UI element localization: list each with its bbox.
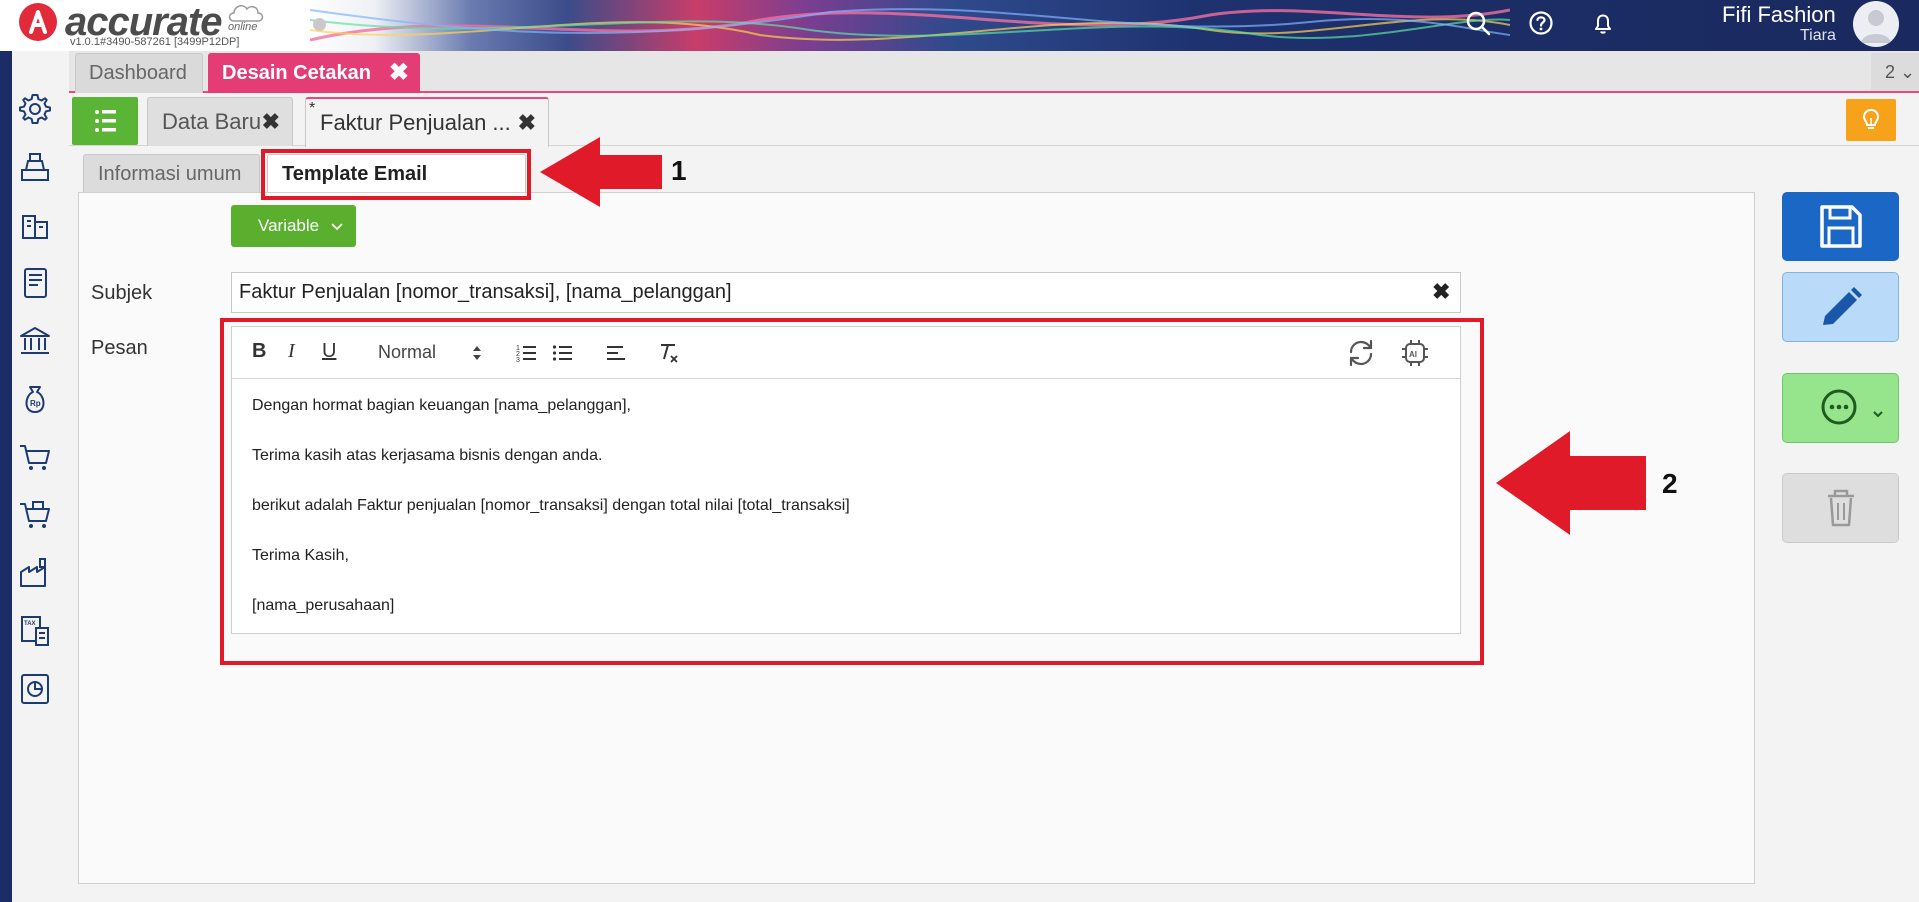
close-icon[interactable]: ✖ xyxy=(389,54,409,92)
delete-button[interactable] xyxy=(1782,473,1899,543)
sales-cart-icon[interactable] xyxy=(18,440,52,474)
cash-register-icon[interactable] xyxy=(18,150,52,184)
tab-desain-cetakan-label: Desain Cetakan xyxy=(222,62,371,84)
more-actions-button[interactable] xyxy=(1782,373,1899,443)
tab-faktur-penjualan-label: Faktur Penjualan ... xyxy=(320,110,511,135)
annotation-arrow-left-icon xyxy=(1496,431,1646,535)
notification-bell-icon[interactable] xyxy=(1590,10,1616,36)
chevron-down-icon xyxy=(331,223,343,231)
close-icon[interactable]: ✖ xyxy=(262,98,280,146)
header-wave-decoration xyxy=(310,8,1510,42)
tab-informasi-umum-label: Informasi umum xyxy=(98,163,242,185)
more-options-icon xyxy=(1821,389,1883,425)
pencil-icon xyxy=(1823,287,1862,325)
tab-data-baru[interactable]: Data Baru ✖ xyxy=(147,97,293,146)
tax-document-icon[interactable]: TAX xyxy=(18,614,52,648)
open-tabs-counter[interactable]: 2 ⌄ xyxy=(1871,53,1919,91)
tab-dashboard[interactable]: Dashboard xyxy=(75,53,203,93)
svg-text:TAX: TAX xyxy=(24,621,36,627)
report-chart-icon[interactable] xyxy=(18,672,52,706)
subject-label: Subjek xyxy=(91,282,153,304)
user-name[interactable]: Tiara xyxy=(1800,27,1836,45)
subject-field[interactable]: Faktur Penjualan [nomor_transaksi], [nam… xyxy=(231,272,1461,313)
svg-text:Rp: Rp xyxy=(30,399,41,408)
module-tab-bar: Dashboard Desain Cetakan ✖ xyxy=(69,51,1919,93)
variable-button-label: Variable xyxy=(258,216,320,235)
accurate-logo-icon xyxy=(19,3,57,41)
trash-icon xyxy=(1828,489,1854,527)
tab-faktur-penjualan[interactable]: * Faktur Penjualan ... ✖ xyxy=(305,97,549,147)
app-header: accurate online v1.0.1#3490-587261 [3499… xyxy=(0,0,1919,51)
lightbulb-icon xyxy=(1862,108,1880,129)
settings-gear-icon[interactable] xyxy=(18,92,52,126)
message-label: Pesan xyxy=(91,337,148,359)
ledger-book-icon[interactable] xyxy=(18,266,52,300)
clear-icon[interactable]: ✖ xyxy=(1432,279,1450,305)
annotation-highlight-box-2 xyxy=(220,318,1484,665)
avatar[interactable] xyxy=(1853,1,1899,47)
annotation-label-1: 1 xyxy=(671,155,687,186)
version-text: v1.0.1#3490-587261 [3499P12DP] xyxy=(70,36,240,48)
annotation-highlight-box-1 xyxy=(261,149,531,200)
list-view-button[interactable] xyxy=(72,97,138,145)
tips-button[interactable] xyxy=(1846,99,1896,141)
logo-online-text: online xyxy=(228,21,258,33)
save-button[interactable] xyxy=(1782,192,1899,261)
help-icon[interactable] xyxy=(1528,10,1554,36)
variable-dropdown-button[interactable]: Variable xyxy=(231,205,356,247)
company-name[interactable]: Fifi Fashion xyxy=(1722,2,1836,28)
search-icon[interactable] xyxy=(1465,10,1491,36)
inventory-factory-icon[interactable] xyxy=(18,556,52,590)
purchase-cart-icon[interactable] xyxy=(18,498,52,532)
list-icon xyxy=(95,110,116,132)
annotation-label-2: 2 xyxy=(1662,468,1678,499)
close-icon[interactable]: ✖ xyxy=(518,99,536,147)
tab-data-baru-label: Data Baru xyxy=(162,109,262,134)
edit-button[interactable] xyxy=(1782,272,1899,342)
money-bag-rp-icon[interactable]: Rp xyxy=(18,382,52,416)
annotation-arrow-left-icon xyxy=(540,137,662,207)
unsaved-marker: * xyxy=(309,100,316,117)
user-avatar-icon xyxy=(1861,10,1891,43)
bank-icon[interactable] xyxy=(18,324,52,358)
tab-dashboard-label: Dashboard xyxy=(89,62,187,84)
save-disk-icon xyxy=(1820,205,1862,248)
header-status-dot xyxy=(313,18,326,31)
company-building-icon[interactable] xyxy=(18,208,52,242)
tab-informasi-umum[interactable]: Informasi umum xyxy=(83,154,260,194)
